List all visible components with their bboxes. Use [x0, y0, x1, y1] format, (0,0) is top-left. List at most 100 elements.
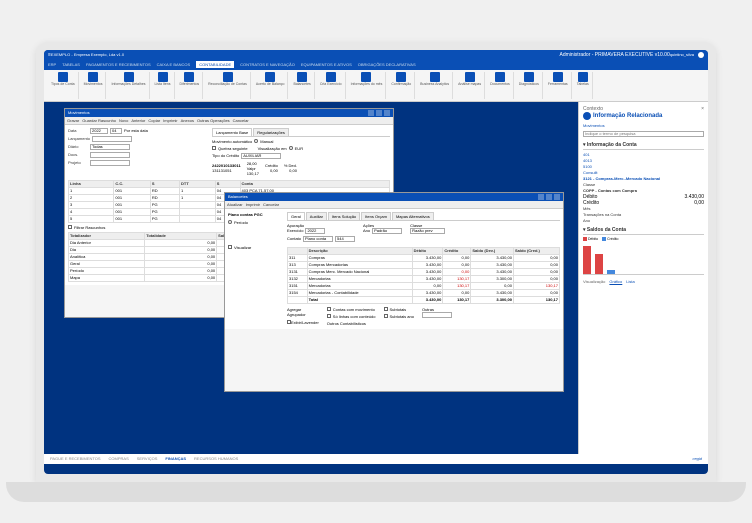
- plano-input[interactable]: [303, 236, 333, 242]
- ribbon-confirm[interactable]: Confirmação: [388, 72, 415, 99]
- win2-titlebar[interactable]: Balancetes: [225, 193, 563, 201]
- max-icon[interactable]: [376, 110, 382, 116]
- tab-mapas[interactable]: Mapas Alternativos: [392, 212, 434, 220]
- ribbon-docs[interactable]: Documentos: [487, 72, 514, 99]
- doc-input[interactable]: [90, 152, 130, 158]
- outros-label: Outros Contabilísticos: [327, 321, 376, 326]
- ribbon-movimentos[interactable]: Movimentos: [81, 72, 107, 99]
- max-icon[interactable]: [546, 194, 552, 200]
- btn-cancelar[interactable]: Cancelar: [233, 118, 249, 123]
- tab-lancamento[interactable]: Lançamento Base: [212, 128, 252, 136]
- btab-compras[interactable]: COMPRAS: [109, 456, 129, 461]
- min-icon[interactable]: [538, 194, 544, 200]
- radio-periodo[interactable]: [228, 220, 232, 224]
- ribbon-tipos-conta[interactable]: Tipos de Conta: [48, 72, 79, 99]
- chk-quebra[interactable]: [212, 146, 216, 150]
- classe-sel[interactable]: [410, 228, 445, 234]
- ribbon-analytics[interactable]: Business Analytics: [417, 72, 453, 99]
- chk-filtrar[interactable]: [68, 225, 72, 229]
- balance-icon: [265, 72, 275, 82]
- radio-eur[interactable]: [289, 146, 293, 150]
- chk4[interactable]: [384, 314, 388, 318]
- btn-atualizar[interactable]: Atualizar: [227, 202, 243, 207]
- plus-icon: [326, 72, 336, 82]
- ribbon-tabelas2[interactable]: Tabelas: [574, 72, 593, 99]
- btn-guardar[interactable]: Guardar Rascunho: [82, 118, 116, 123]
- chk2[interactable]: [327, 314, 331, 318]
- footer-tab-lista[interactable]: Lista: [626, 279, 634, 284]
- footer-tab-graf[interactable]: Gráfico: [609, 279, 622, 284]
- ribbon-lista[interactable]: Lista Itens: [152, 72, 175, 99]
- win1-titlebar[interactable]: Movimentos: [65, 109, 393, 117]
- ribbon-info-mes[interactable]: Informações do mês: [348, 72, 387, 99]
- ano-sel[interactable]: [372, 228, 402, 234]
- btab-rh[interactable]: RECURSOS HUMANOS: [194, 456, 238, 461]
- btn-cancelar2[interactable]: Cancelar: [263, 202, 279, 207]
- btn-anterior[interactable]: Anterior: [131, 118, 145, 123]
- ribbon-diferimentos[interactable]: Diferimentos: [177, 72, 204, 99]
- date-month[interactable]: [110, 128, 122, 134]
- context-header: Contexto: [583, 106, 603, 112]
- win2-grid[interactable]: DescriçãoDébitoCréditoSaldo (Dev.)Saldo …: [287, 247, 560, 304]
- chk3[interactable]: [384, 307, 388, 311]
- btn-outras[interactable]: Outras Operações: [197, 118, 230, 123]
- context-search[interactable]: [583, 131, 704, 137]
- ribbon-analise[interactable]: Análise mapas: [455, 72, 485, 99]
- avatar-icon[interactable]: [698, 52, 704, 58]
- btn-imprimir2[interactable]: Imprimir: [246, 202, 260, 207]
- btab-financas[interactable]: FINANÇAS: [165, 456, 186, 461]
- ribbon-ferramentas[interactable]: Ferramentas: [545, 72, 572, 99]
- close-icon[interactable]: [384, 110, 390, 116]
- context-close-icon[interactable]: ×: [701, 106, 704, 112]
- tab-geral[interactable]: Geral: [287, 212, 305, 220]
- ribbon-info[interactable]: Informações Detalhes: [108, 72, 149, 99]
- lanc-input[interactable]: [92, 136, 132, 142]
- ribbon-reconc[interactable]: Reconciliação de Contas: [205, 72, 251, 99]
- exerc-input[interactable]: [305, 228, 325, 234]
- btn-copiar[interactable]: Copiar: [148, 118, 160, 123]
- ribbon-acerto[interactable]: Acerto de Balanço: [253, 72, 289, 99]
- app-title: EXEMPLO - Empresa Exemplo, Lda v1.0: [51, 52, 560, 57]
- tab-regular[interactable]: Regularizações: [253, 128, 289, 136]
- table-icon: [578, 72, 588, 82]
- tipo-input[interactable]: [241, 153, 281, 159]
- date-year[interactable]: [90, 128, 108, 134]
- screen: ≡ EXEMPLO - Empresa Exemplo, Lda v1.0 Ad…: [44, 50, 708, 474]
- btab-pag[interactable]: PAGUE E RECEBIMENTOS: [50, 456, 101, 461]
- btab-servicos[interactable]: SERVIÇOS: [137, 456, 158, 461]
- user-label[interactable]: quintino_silva: [670, 52, 694, 58]
- chk1[interactable]: [327, 307, 331, 311]
- calendar-icon: [361, 72, 371, 82]
- menu-pagamentos[interactable]: PAGAMENTOS E RECEBIMENTOS: [86, 62, 151, 67]
- menu-equipamentos[interactable]: EQUIPAMENTOS E ATIVOS: [301, 62, 352, 67]
- btn-gravar[interactable]: Gravar: [67, 118, 79, 123]
- outras-sel[interactable]: [422, 312, 452, 318]
- menu-contratos[interactable]: CONTRATOS E NAVEGAÇÃO: [240, 62, 295, 67]
- menu-obrigacoes[interactable]: OBRIGAÇÕES DECLARATIVAS: [358, 62, 416, 67]
- btn-anexos[interactable]: Anexos: [181, 118, 194, 123]
- tab-itens[interactable]: Itens Solução: [328, 212, 360, 220]
- diario-input[interactable]: [90, 144, 130, 150]
- menu-tabelas[interactable]: TABELAS: [62, 62, 80, 67]
- win2-toolbar: Atualizar Imprimir Cancelar: [225, 201, 563, 209]
- radio-manual[interactable]: [254, 139, 258, 143]
- context-sub[interactable]: Movimentos: [583, 123, 704, 129]
- menu-caixa[interactable]: CAIXA E BANCOS: [157, 62, 191, 67]
- close-icon[interactable]: [554, 194, 560, 200]
- tab-aux[interactable]: Auxiliar: [306, 212, 327, 220]
- ribbon-balancetes[interactable]: Balancetes: [290, 72, 314, 99]
- btn-imprimir[interactable]: Imprimir: [163, 118, 177, 123]
- tab-orcam[interactable]: Itens Orçam: [361, 212, 391, 220]
- footer-tab-vis[interactable]: Visualização: [583, 279, 605, 284]
- ate-input[interactable]: [335, 236, 355, 242]
- btn-novo[interactable]: Novo: [119, 118, 128, 123]
- proj-input[interactable]: [90, 160, 130, 166]
- ribbon-diag[interactable]: Diagnósticos: [516, 72, 543, 99]
- ribbon-cria-ex[interactable]: Cria Exercício: [317, 72, 346, 99]
- menu-erp[interactable]: ERP: [48, 62, 56, 67]
- bottom-tabs: PAGUE E RECEBIMENTOS COMPRAS SERVIÇOS FI…: [44, 454, 708, 464]
- section-info-conta: ▾ Informação da Conta: [583, 142, 704, 150]
- min-icon[interactable]: [368, 110, 374, 116]
- chk-vis[interactable]: [228, 245, 232, 249]
- menu-contabilidade[interactable]: CONTABILIDADE: [196, 61, 234, 68]
